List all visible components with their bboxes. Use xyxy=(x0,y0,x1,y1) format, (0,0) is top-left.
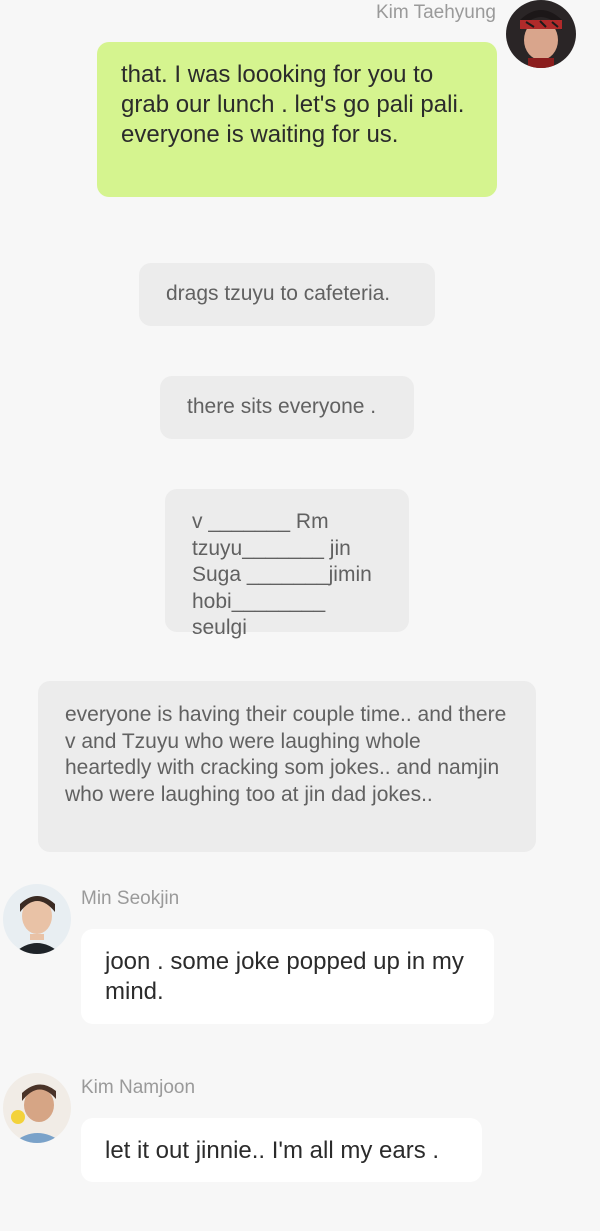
message-bubble[interactable]: joon . some joke popped up in my mind. xyxy=(81,929,494,1024)
narration-bubble: everyone is having their couple time.. a… xyxy=(38,681,536,852)
avatar-taehyung-icon[interactable] xyxy=(506,0,576,68)
sender-name: Kim Namjoon xyxy=(81,1077,196,1098)
message-bubble[interactable]: let it out jinnie.. I'm all my ears . xyxy=(81,1118,482,1182)
message-bubble[interactable]: that. I was loooking for you to grab our… xyxy=(97,42,497,197)
narration-bubble: there sits everyone . xyxy=(160,376,414,439)
sender-name: Kim Taehyung xyxy=(375,2,496,23)
narration-bubble: drags tzuyu to cafeteria. xyxy=(139,263,435,326)
avatar-seokjin-icon[interactable] xyxy=(3,884,71,954)
narration-bubble: v _______ Rm tzuyu_______ jin Suga _____… xyxy=(165,489,409,639)
avatar-namjoon-icon[interactable] xyxy=(3,1073,71,1143)
sender-name: Min Seokjin xyxy=(81,888,180,909)
